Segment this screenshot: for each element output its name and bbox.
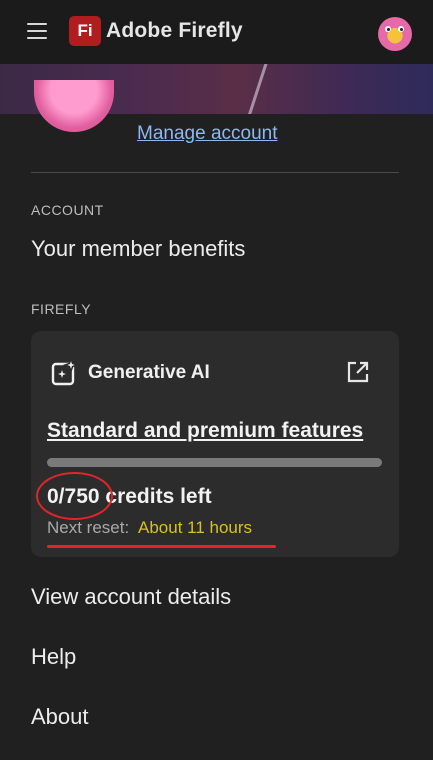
user-avatar[interactable] [378,17,412,51]
standard-premium-features-link[interactable]: Standard and premium features [47,419,363,443]
firefly-section-label: FIREFLY [31,301,92,317]
app-title: Adobe Firefly [106,19,243,42]
hamburger-menu-icon[interactable] [27,23,47,39]
about-link[interactable]: About [31,704,89,730]
next-reset-value: About 11 hours [138,518,253,537]
help-link[interactable]: Help [31,644,76,670]
annotation-circle [36,472,113,520]
top-app-bar: Fi Adobe Firefly [0,0,433,64]
generative-ai-sparkle-icon [51,358,79,386]
view-account-details-link[interactable]: View account details [31,584,231,610]
annotation-underline [47,545,276,548]
profile-avatar [34,80,114,132]
account-section-label: ACCOUNT [31,202,104,218]
next-reset-label: Next reset: [47,518,130,537]
credits-suffix: credits left [99,485,212,508]
external-link-icon[interactable] [346,360,370,384]
firefly-logo: Fi [69,16,101,46]
credits-progress-bar [47,458,382,467]
manage-account-link[interactable]: Manage account [137,123,278,145]
divider [31,172,399,173]
member-benefits-link[interactable]: Your member benefits [31,236,245,262]
generative-ai-title: Generative AI [88,362,210,383]
